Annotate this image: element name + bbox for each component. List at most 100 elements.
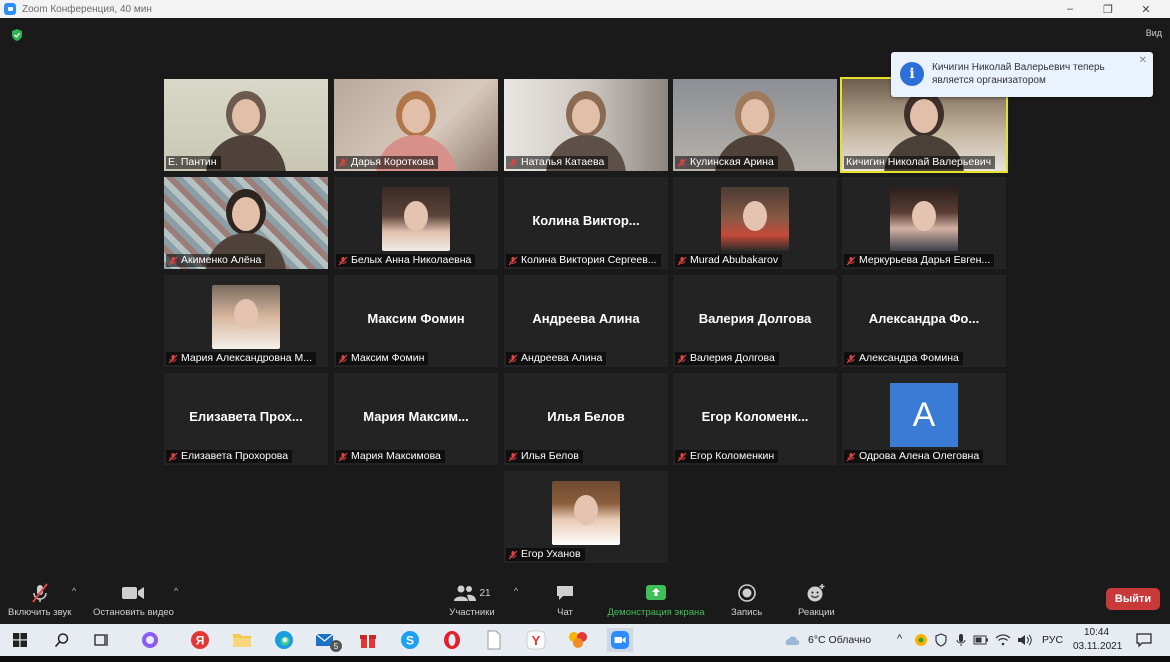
participant-tile[interactable]: Белых Анна Николаевна (334, 177, 498, 269)
participant-name-label: Белых Анна Николаевна (336, 254, 476, 267)
clock-date[interactable]: 03.11.2021 (1073, 641, 1122, 652)
clock-time[interactable]: 10:44 (1084, 627, 1109, 638)
muted-mic-icon (338, 452, 348, 461)
participant-tile[interactable]: Кулинская Арина (673, 79, 837, 171)
security-tray-icon[interactable] (932, 628, 950, 652)
participant-name: Мария Александровна М... (181, 352, 313, 364)
muted-mic-icon (846, 354, 856, 363)
audio-options-chevron-icon[interactable]: ^ (72, 586, 76, 596)
mail-icon[interactable]: 5 (314, 628, 342, 652)
participant-tile[interactable]: A Одрова Алена Олеговна (842, 373, 1006, 465)
tray-expand-icon[interactable]: ^ (897, 633, 902, 645)
avatar: A (890, 383, 958, 447)
chat-button[interactable]: Чат (552, 582, 578, 618)
muted-mic-icon (677, 158, 687, 167)
participant-tile[interactable]: Егор Коломенк... Егор Коломенкин (673, 373, 837, 465)
muted-mic-icon (677, 256, 687, 265)
unmute-button[interactable]: Включить звук (8, 582, 71, 618)
yandex-disk-tray-icon[interactable] (912, 628, 930, 652)
reactions-button[interactable]: Реакции (798, 582, 835, 618)
notification-text: Кичигин Николай Валерьевич теперь являет… (932, 62, 1105, 86)
participant-tile[interactable]: Егор Уханов (504, 471, 668, 563)
file-explorer-icon[interactable] (230, 628, 254, 652)
participant-name: Акименко Алёна (181, 254, 262, 266)
battery-icon[interactable] (972, 628, 990, 652)
muted-mic-icon (846, 452, 856, 461)
video-options-chevron-icon[interactable]: ^ (174, 586, 178, 596)
microphone-tray-icon[interactable] (952, 628, 970, 652)
gift-app-icon[interactable] (356, 628, 380, 652)
edge-browser-icon[interactable] (272, 628, 296, 652)
participant-tile[interactable]: Murad Abubakarov (673, 177, 837, 269)
video-camera-icon (120, 582, 146, 604)
close-window-button[interactable]: ✕ (1126, 0, 1166, 18)
participant-name: Колина Виктория Сергеев... (521, 254, 657, 266)
profile-photo (212, 285, 280, 349)
participants-label: Участники (449, 607, 495, 618)
participant-tile[interactable]: Меркурьева Дарья Евген... (842, 177, 1006, 269)
search-icon[interactable] (50, 628, 74, 652)
muted-mic-icon (168, 354, 178, 363)
volume-icon[interactable] (1016, 628, 1034, 652)
cortana-icon[interactable] (138, 628, 162, 652)
participant-name: Одрова Алена Олеговна (859, 450, 980, 462)
windows-start-icon[interactable] (8, 628, 32, 652)
svg-text:Я: Я (196, 634, 205, 648)
photos-app-icon[interactable] (566, 628, 590, 652)
muted-mic-icon (508, 158, 518, 167)
participant-tile[interactable]: Дарья Короткова (334, 79, 498, 171)
input-language[interactable]: РУС (1042, 634, 1063, 646)
participant-name-label: Кичигин Николай Валерьевич (844, 156, 996, 169)
zoom-taskbar-icon[interactable] (607, 628, 633, 652)
close-icon[interactable]: ✕ (1139, 55, 1147, 66)
participant-tile[interactable]: Валерия Долгова Валерия Долгова (673, 275, 837, 367)
muted-mic-icon (677, 452, 687, 461)
participant-tile[interactable]: Андреева Алина Андреева Алина (504, 275, 668, 367)
weather-text[interactable]: 6°C Облачно (808, 634, 871, 646)
participant-tile[interactable]: Е. Пантин (164, 79, 328, 171)
participant-tile[interactable]: Акименко Алёна (164, 177, 328, 269)
mail-badge: 5 (330, 640, 342, 652)
view-button[interactable]: Вид (1146, 28, 1162, 38)
participant-name: Александра Фомина (859, 352, 959, 364)
participants-chevron-icon[interactable]: ^ (514, 586, 518, 596)
participant-display-name: Илья Белов (547, 409, 625, 424)
participant-tile[interactable]: Елизавета Прох... Елизавета Прохорова (164, 373, 328, 465)
participant-tile[interactable]: Илья Белов Илья Белов (504, 373, 668, 465)
leave-meeting-button[interactable]: Выйти (1106, 588, 1160, 610)
participant-name: Егор Уханов (521, 548, 581, 560)
participant-tile[interactable]: Колина Виктор... Колина Виктория Сергеев.… (504, 177, 668, 269)
participant-name-label: Акименко Алёна (166, 254, 266, 267)
security-shield-icon[interactable] (10, 28, 24, 42)
opera-browser-icon[interactable] (440, 628, 464, 652)
muted-mic-icon (508, 354, 518, 363)
muted-mic-icon (168, 256, 178, 265)
participant-tile[interactable]: Мария Александровна М... (164, 275, 328, 367)
share-screen-button[interactable]: Демонстрация экрана (602, 582, 710, 618)
participant-display-name: Мария Максим... (363, 409, 469, 424)
participants-button[interactable]: 21 Участники (447, 582, 497, 618)
muted-mic-icon (508, 256, 518, 265)
participant-name-label: Андреева Алина (506, 352, 607, 365)
minimize-button[interactable]: – (1050, 0, 1090, 18)
window-title: Zoom Конференция, 40 мин (22, 3, 152, 15)
wifi-icon[interactable] (994, 628, 1012, 652)
participant-tile[interactable]: Наталья Катаева (504, 79, 668, 171)
maximize-button[interactable]: ❐ (1088, 0, 1128, 18)
participant-name-label: Егор Уханов (506, 548, 585, 561)
participant-name-label: Елизавета Прохорова (166, 450, 293, 463)
notifications-icon[interactable] (1132, 628, 1156, 652)
participant-tile[interactable]: Мария Максим... Мария Максимова (334, 373, 498, 465)
participant-tile[interactable]: Максим Фомин Максим Фомин (334, 275, 498, 367)
task-view-icon[interactable] (90, 628, 114, 652)
document-icon[interactable] (482, 628, 506, 652)
yandex-browser-icon[interactable]: Я (188, 628, 212, 652)
participant-tile[interactable]: Александра Фо... Александра Фомина (842, 275, 1006, 367)
profile-photo (890, 187, 958, 251)
yandex-icon[interactable]: Y (524, 628, 548, 652)
stop-video-button[interactable]: Остановить видео (93, 582, 174, 618)
record-button[interactable]: Запись (731, 582, 762, 618)
skype-icon[interactable]: S (398, 628, 422, 652)
participant-name: Егор Коломенкин (690, 450, 775, 462)
record-icon (734, 582, 760, 604)
